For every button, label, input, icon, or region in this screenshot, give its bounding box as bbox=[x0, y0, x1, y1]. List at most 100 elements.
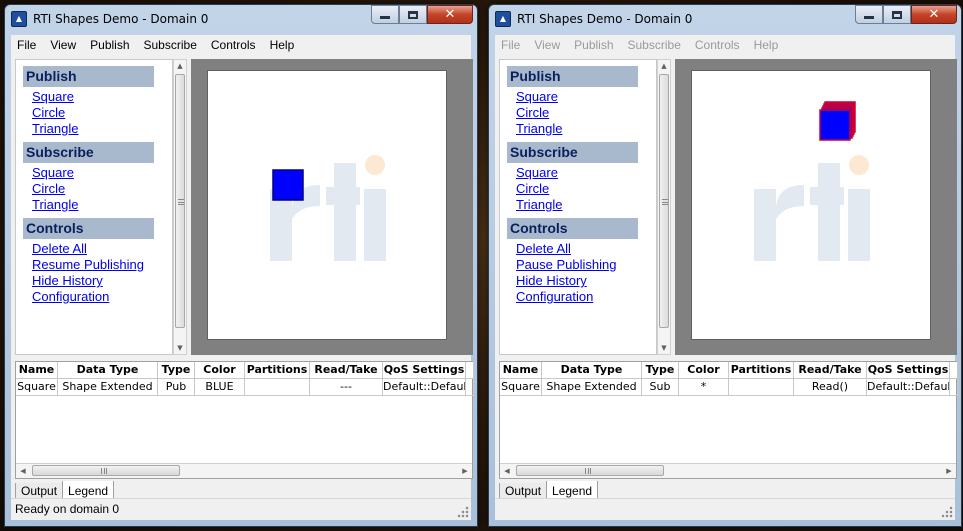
scroll-up-icon[interactable]: ▲ bbox=[174, 60, 186, 72]
menu-help[interactable]: Help bbox=[263, 38, 302, 52]
publish-circle-link[interactable]: Circle bbox=[516, 105, 656, 121]
publish-triangle-link[interactable]: Triangle bbox=[32, 121, 172, 137]
col-header-color[interactable]: Color bbox=[195, 362, 245, 379]
col-header-partitions[interactable]: Partitions bbox=[245, 362, 310, 379]
menu-publish[interactable]: Publish bbox=[83, 38, 136, 52]
rti-app-icon: ▲ bbox=[495, 11, 511, 27]
sidebar-scrollbar[interactable]: ▲ ▼ bbox=[657, 59, 671, 355]
col-header-read-take[interactable]: Read/Take bbox=[794, 362, 867, 379]
publish-circle-link[interactable]: Circle bbox=[32, 105, 172, 121]
subscribe-section-header: Subscribe bbox=[507, 142, 638, 163]
delete-all-link[interactable]: Delete All bbox=[516, 241, 656, 257]
close-button[interactable]: ✕ bbox=[427, 5, 473, 24]
scroll-right-icon[interactable]: ▶ bbox=[458, 464, 472, 478]
scroll-down-icon[interactable]: ▼ bbox=[658, 342, 670, 354]
delete-all-link[interactable]: Delete All bbox=[32, 241, 172, 257]
subscribe-square-link[interactable]: Square bbox=[516, 165, 656, 181]
rti-logo-watermark bbox=[754, 155, 870, 261]
minimize-button[interactable] bbox=[371, 5, 399, 24]
cell-qos: Default::Default bbox=[867, 379, 950, 396]
title-bar[interactable]: ▲ RTI Shapes Demo - Domain 0 ✕ bbox=[489, 5, 961, 33]
pause-publishing-link[interactable]: Pause Publishing bbox=[516, 257, 656, 273]
resize-grip-icon[interactable] bbox=[941, 506, 953, 518]
subscribe-circle-link[interactable]: Circle bbox=[32, 181, 172, 197]
col-header-data-type[interactable]: Data Type bbox=[58, 362, 158, 379]
col-header-color[interactable]: Color bbox=[679, 362, 729, 379]
maximize-button[interactable] bbox=[399, 5, 427, 24]
cell-type: Pub bbox=[158, 379, 195, 396]
shapes-canvas[interactable] bbox=[691, 70, 931, 340]
col-header-partitions[interactable]: Partitions bbox=[729, 362, 794, 379]
menu-controls[interactable]: Controls bbox=[688, 38, 747, 52]
publish-triangle-link[interactable]: Triangle bbox=[516, 121, 656, 137]
status-text: Ready on domain 0 bbox=[15, 502, 120, 516]
sidebar-scrollbar[interactable]: ▲ ▼ bbox=[173, 59, 187, 355]
menu-file[interactable]: File bbox=[495, 38, 527, 52]
menu-view[interactable]: View bbox=[43, 38, 83, 52]
controls-section-header: Controls bbox=[507, 218, 638, 239]
scroll-left-icon[interactable]: ◀ bbox=[16, 464, 30, 478]
col-header-data-type[interactable]: Data Type bbox=[542, 362, 642, 379]
scroll-thumb[interactable] bbox=[175, 74, 185, 328]
menu-subscribe[interactable]: Subscribe bbox=[137, 38, 204, 52]
menu-view[interactable]: View bbox=[527, 38, 567, 52]
col-header-read-take[interactable]: Read/Take bbox=[310, 362, 383, 379]
table-hscrollbar[interactable]: ◀ ▶ bbox=[500, 463, 956, 478]
subscribe-triangle-link[interactable]: Triangle bbox=[32, 197, 172, 213]
shapes-demo-window-left: ▲ RTI Shapes Demo - Domain 0 ✕ File View… bbox=[4, 4, 478, 527]
publish-square-link[interactable]: Square bbox=[32, 89, 172, 105]
logo-letter-i-stem bbox=[364, 189, 386, 261]
scroll-down-icon[interactable]: ▼ bbox=[174, 342, 186, 354]
configuration-link[interactable]: Configuration bbox=[32, 289, 172, 305]
shapes-canvas[interactable] bbox=[207, 70, 447, 340]
close-button[interactable]: ✕ bbox=[911, 5, 957, 24]
resize-grip-icon[interactable] bbox=[457, 506, 469, 518]
resume-publishing-link[interactable]: Resume Publishing bbox=[32, 257, 172, 273]
col-header-extra bbox=[950, 362, 958, 379]
menu-controls[interactable]: Controls bbox=[204, 38, 263, 52]
menu-file[interactable]: File bbox=[11, 38, 43, 52]
menu-subscribe[interactable]: Subscribe bbox=[621, 38, 688, 52]
scroll-right-icon[interactable]: ▶ bbox=[942, 464, 956, 478]
title-bar[interactable]: ▲ RTI Shapes Demo - Domain 0 ✕ bbox=[5, 5, 477, 33]
table-row[interactable]: Square Shape Extended Pub BLUE --- Defau… bbox=[16, 379, 474, 396]
menu-publish[interactable]: Publish bbox=[567, 38, 620, 52]
canvas-drawing bbox=[270, 155, 386, 261]
table-hscrollbar[interactable]: ◀ ▶ bbox=[16, 463, 472, 478]
menu-help[interactable]: Help bbox=[747, 38, 786, 52]
col-header-type[interactable]: Type bbox=[158, 362, 195, 379]
hide-history-link[interactable]: Hide History bbox=[32, 273, 172, 289]
cell-name: Square bbox=[500, 379, 542, 396]
table-row[interactable]: Square Shape Extended Sub * Read() Defau… bbox=[500, 379, 958, 396]
cell-extra bbox=[950, 379, 958, 396]
maximize-button[interactable] bbox=[883, 5, 911, 24]
menu-bar: File View Publish Subscribe Controls Hel… bbox=[11, 35, 471, 55]
rti-app-icon: ▲ bbox=[11, 11, 27, 27]
subscribe-triangle-link[interactable]: Triangle bbox=[516, 197, 656, 213]
subscribe-square-link[interactable]: Square bbox=[32, 165, 172, 181]
scroll-left-icon[interactable]: ◀ bbox=[500, 464, 514, 478]
publish-square-link[interactable]: Square bbox=[516, 89, 656, 105]
col-header-type[interactable]: Type bbox=[642, 362, 679, 379]
minimize-icon bbox=[380, 16, 390, 19]
configuration-link[interactable]: Configuration bbox=[516, 289, 656, 305]
cell-read-take: Read() bbox=[794, 379, 867, 396]
grip-icon bbox=[101, 468, 107, 474]
col-header-qos[interactable]: QoS Settings bbox=[383, 362, 466, 379]
subscribe-circle-link[interactable]: Circle bbox=[516, 181, 656, 197]
scroll-thumb[interactable] bbox=[659, 74, 669, 328]
col-header-name[interactable]: Name bbox=[500, 362, 542, 379]
hide-history-link[interactable]: Hide History bbox=[516, 273, 656, 289]
logo-dot bbox=[365, 155, 385, 175]
hscroll-thumb[interactable] bbox=[516, 465, 664, 476]
task-sidebar: Publish Square Circle Triangle Subscribe… bbox=[499, 59, 657, 355]
scroll-up-icon[interactable]: ▲ bbox=[658, 60, 670, 72]
minimize-button[interactable] bbox=[855, 5, 883, 24]
status-bar bbox=[495, 498, 955, 520]
col-header-name[interactable]: Name bbox=[16, 362, 58, 379]
controls-section-header: Controls bbox=[23, 218, 154, 239]
hscroll-thumb[interactable] bbox=[32, 465, 180, 476]
logo-letter-t-stem bbox=[818, 163, 840, 261]
cell-name: Square bbox=[16, 379, 58, 396]
col-header-qos[interactable]: QoS Settings bbox=[867, 362, 950, 379]
